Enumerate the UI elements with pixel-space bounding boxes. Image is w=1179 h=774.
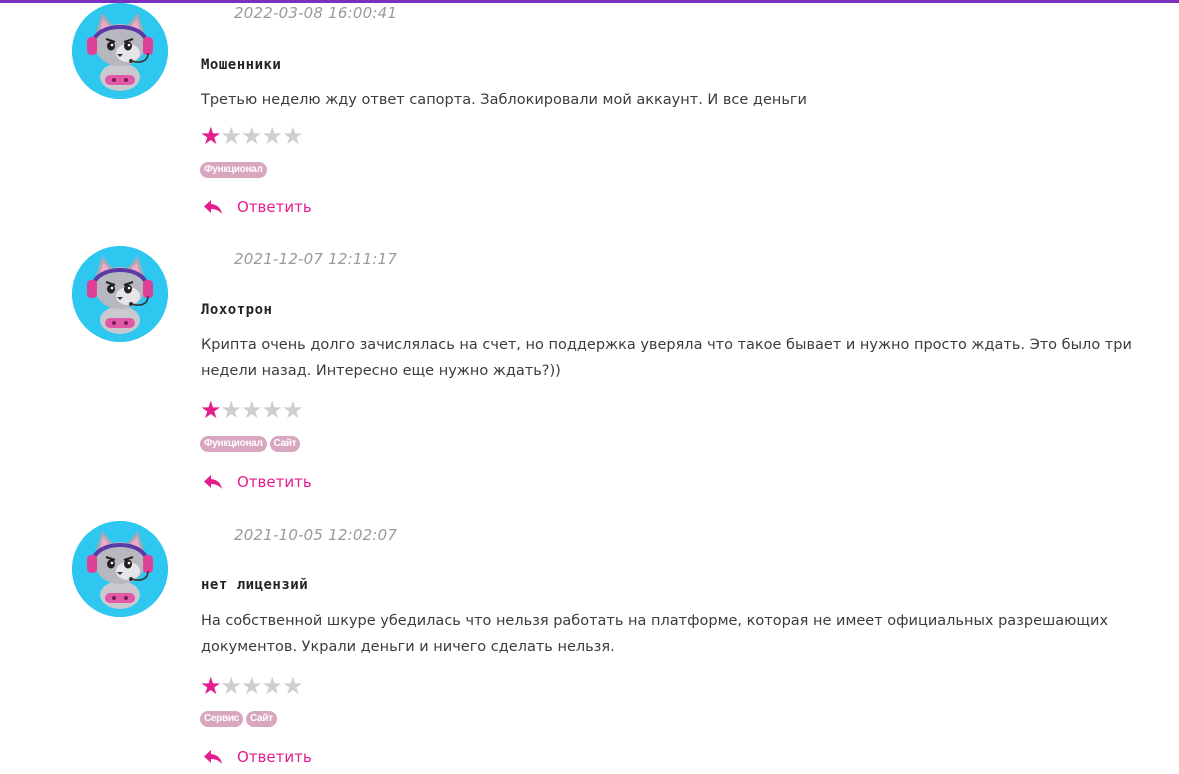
star-rating: ★★★★★ bbox=[200, 396, 304, 424]
star-empty-icon: ★ bbox=[220, 122, 242, 150]
star-empty-icon: ★ bbox=[282, 396, 303, 424]
reply-button[interactable]: Ответить bbox=[203, 473, 312, 491]
review-text: Крипта очень долго зачислялась на счет, … bbox=[201, 337, 1132, 379]
star-rating: ★★★★★ bbox=[200, 122, 304, 150]
star-empty-icon: ★ bbox=[261, 672, 283, 700]
star-rating: ★★★★★ bbox=[200, 672, 304, 700]
reply-label: Ответить bbox=[237, 198, 312, 216]
star-empty-icon: ★ bbox=[282, 672, 303, 700]
tag-badge[interactable]: Функционал bbox=[200, 436, 267, 452]
review-tags: Сервис Сайт bbox=[200, 711, 277, 727]
review-text: На собственной шкуре убедилась что нельз… bbox=[201, 613, 1109, 655]
reply-label: Ответить bbox=[237, 748, 312, 766]
review-title: Лохотрон bbox=[201, 302, 273, 318]
star-empty-icon: ★ bbox=[261, 396, 283, 424]
reply-button[interactable]: Ответить bbox=[203, 748, 312, 766]
cat-gamer-avatar-icon bbox=[72, 521, 168, 617]
review-tags: Функционал bbox=[200, 162, 267, 178]
review-text: Третью неделю жду ответ сапорта. Заблоки… bbox=[201, 92, 807, 108]
review-date: 2021-10-05 12:02:07 bbox=[234, 526, 398, 544]
star-filled-icon: ★ bbox=[200, 672, 221, 700]
tag-badge[interactable]: Сайт bbox=[245, 711, 277, 727]
reply-button[interactable]: Ответить bbox=[203, 198, 312, 216]
tag-badge[interactable]: Функционал bbox=[200, 162, 267, 178]
review-date: 2021-12-07 12:11:17 bbox=[234, 250, 398, 268]
reply-arrow-icon bbox=[203, 749, 223, 765]
star-empty-icon: ★ bbox=[282, 122, 303, 150]
star-empty-icon: ★ bbox=[220, 672, 242, 700]
reply-label: Ответить bbox=[237, 473, 312, 491]
review-title: нет лицензий bbox=[201, 577, 309, 593]
cat-gamer-avatar-icon bbox=[72, 3, 168, 99]
tag-badge[interactable]: Сайт bbox=[269, 436, 301, 452]
review-date: 2022-03-08 16:00:41 bbox=[234, 4, 398, 22]
star-filled-icon: ★ bbox=[200, 122, 221, 150]
review-title: Мошенники bbox=[201, 57, 282, 73]
top-accent-bar bbox=[0, 0, 1179, 3]
review-tags: Функционал Сайт bbox=[200, 436, 301, 452]
reply-arrow-icon bbox=[203, 199, 223, 215]
tag-badge[interactable]: Сервис bbox=[200, 711, 243, 727]
star-empty-icon: ★ bbox=[241, 122, 262, 150]
cat-gamer-avatar-icon bbox=[72, 246, 168, 342]
reply-arrow-icon bbox=[203, 474, 223, 490]
star-filled-icon: ★ bbox=[200, 396, 221, 424]
star-empty-icon: ★ bbox=[220, 396, 242, 424]
star-empty-icon: ★ bbox=[241, 672, 262, 700]
star-empty-icon: ★ bbox=[241, 396, 262, 424]
star-empty-icon: ★ bbox=[261, 122, 283, 150]
